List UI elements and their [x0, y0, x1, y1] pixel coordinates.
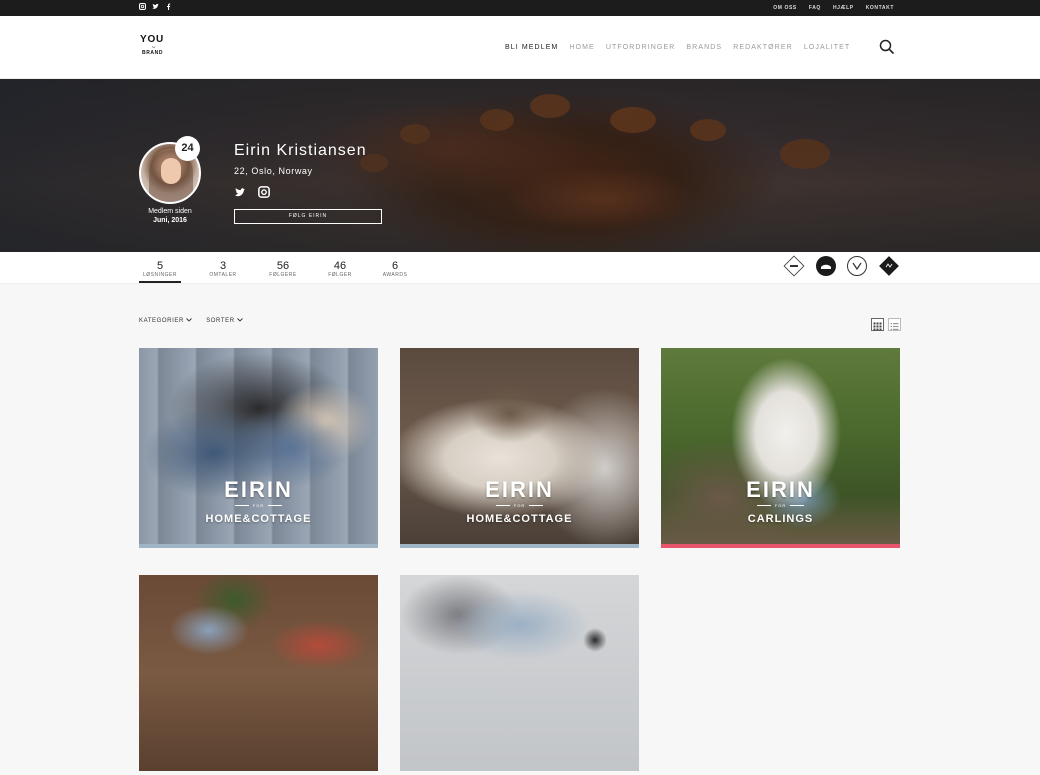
nav-home[interactable]: HOME: [569, 43, 594, 53]
card-image: [139, 575, 378, 771]
card-for-text: FOR: [774, 503, 787, 508]
top-link-kontakt[interactable]: KONTAKT: [866, 4, 894, 12]
solution-card[interactable]: [139, 575, 378, 775]
card-for-text: FOR: [513, 503, 526, 508]
card-brand: HOME&COTTAGE: [466, 513, 573, 525]
chevron-down-icon: [237, 318, 243, 322]
logo-line-3: BRAND: [142, 50, 164, 56]
member-since-date: Juni, 2016: [153, 217, 187, 224]
filter-bar: KATEGORIER SORTER: [139, 317, 243, 325]
logo-line-1: YOU: [140, 34, 165, 45]
level-badge: 24: [175, 136, 200, 161]
site-logo[interactable]: YOU for BRAND: [140, 34, 170, 57]
follow-button[interactable]: FØLG EIRIN: [234, 209, 382, 224]
solution-card[interactable]: EIRIN FOR HOME&COTTAGE: [139, 348, 378, 548]
twitter-icon[interactable]: [152, 3, 159, 11]
card-accent-bar: [400, 544, 639, 548]
nav-brands[interactable]: BRANDS: [686, 43, 722, 53]
avatar-face: [161, 158, 181, 184]
card-accent-bar: [139, 544, 378, 548]
stat-label: OMTALER: [209, 272, 237, 278]
card-brand: CARLINGS: [747, 513, 814, 525]
main-nav: BLI MEDLEM HOME UTFORDRINGER BRANDS REDA…: [505, 43, 850, 53]
solution-card[interactable]: [400, 575, 639, 775]
instagram-icon[interactable]: [258, 185, 270, 198]
solution-card[interactable]: EIRIN FOR HOME&COTTAGE: [400, 348, 639, 548]
member-since: Medlem siden Juni, 2016: [133, 208, 207, 225]
stat-value: 56: [276, 260, 290, 272]
stat-value: 6: [391, 260, 399, 272]
stat-label: FØLGER: [328, 272, 352, 278]
grid-view-icon[interactable]: [871, 318, 884, 331]
chevron-down-icon: [186, 318, 193, 322]
nav-lojalitet[interactable]: LOJALITET: [804, 43, 850, 53]
facebook-icon[interactable]: [165, 3, 172, 11]
top-social-links: [139, 3, 172, 11]
solution-card[interactable]: EIRIN FOR CARLINGS: [661, 348, 900, 548]
stat-omtaler[interactable]: 3 OMTALER: [205, 260, 241, 279]
card-image: [400, 575, 639, 771]
stat-label: AWARDS: [382, 272, 408, 278]
card-brand: HOME&COTTAGE: [205, 513, 312, 525]
profile-location: 22, Oslo, Norway: [234, 166, 313, 176]
search-icon[interactable]: [879, 39, 895, 55]
stat-label: FØLGERE: [269, 272, 297, 278]
category-filter-label: KATEGORIER: [139, 318, 184, 324]
card-for: FOR: [139, 503, 378, 509]
stat-folgere[interactable]: 56 FØLGERE: [265, 260, 301, 279]
card-title: EIRIN: [746, 477, 815, 502]
nav-utfordringer[interactable]: UTFORDRINGER: [606, 43, 676, 53]
card-for-text: FOR: [252, 503, 265, 508]
top-bar: OM OSS FAQ HJÆLP KONTAKT: [0, 0, 1040, 16]
nav-bli-medlem[interactable]: BLI MEDLEM: [505, 43, 558, 53]
card-accent-bar: [661, 544, 900, 548]
instagram-icon[interactable]: [139, 3, 146, 11]
top-link-om-oss[interactable]: OM OSS: [773, 4, 797, 12]
stat-value: 5: [156, 260, 164, 272]
stat-value: 3: [219, 260, 227, 272]
brand-badge-2[interactable]: [815, 255, 837, 277]
brand-badge-1[interactable]: [783, 255, 805, 277]
top-link-faq[interactable]: FAQ: [809, 4, 821, 12]
top-link-hjaelp[interactable]: HJÆLP: [833, 4, 854, 12]
profile-name: Eirin Kristiansen: [234, 142, 367, 159]
card-title: EIRIN: [485, 477, 554, 502]
profile-social-links: [234, 185, 270, 198]
card-for: FOR: [400, 503, 639, 509]
brand-badge-3[interactable]: [846, 255, 868, 277]
stat-awards[interactable]: 6 AWARDS: [377, 260, 413, 279]
brand-badge-4[interactable]: [878, 255, 900, 277]
twitter-icon[interactable]: [234, 185, 246, 197]
top-links: OM OSS FAQ HJÆLP KONTAKT: [773, 4, 894, 12]
sort-filter[interactable]: SORTER: [206, 317, 243, 325]
sort-filter-label: SORTER: [206, 318, 235, 324]
stat-label: LØSNINGER: [143, 272, 177, 278]
category-filter[interactable]: KATEGORIER: [139, 317, 193, 325]
profile-hero: 24 Medlem siden Juni, 2016 Eirin Kristia…: [0, 79, 1040, 252]
stat-folger[interactable]: 46 FØLGER: [322, 260, 358, 279]
nav-redaktorer[interactable]: REDAKTØRER: [733, 43, 793, 53]
stat-value: 46: [333, 260, 347, 272]
member-since-label: Medlem siden: [148, 208, 192, 215]
card-title: EIRIN: [224, 477, 293, 502]
site-header: YOU for BRAND BLI MEDLEM HOME UTFORDRING…: [0, 16, 1040, 79]
stat-losninger[interactable]: 5 LØSNINGER: [139, 260, 181, 283]
list-view-icon[interactable]: [888, 318, 901, 331]
card-for: FOR: [661, 503, 900, 509]
